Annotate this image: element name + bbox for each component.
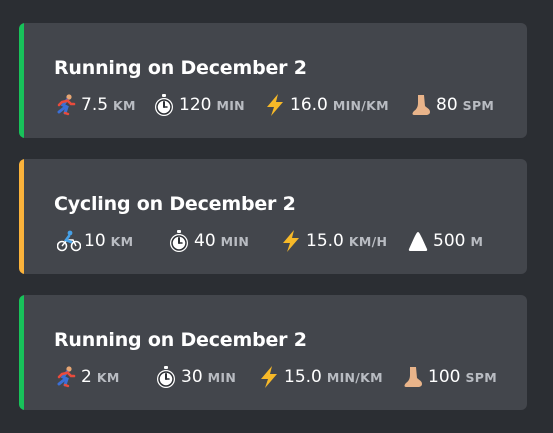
distance-stat: 7.5 KM [54,93,136,117]
stat-unit: MIN/KM [332,97,389,113]
stopwatch-icon [167,229,191,253]
stopwatch-icon [154,365,178,389]
activity-accent-bar [19,23,24,138]
activity-card-cycling[interactable]: Cycling on December 2 10 KM 40 MIN 15.0 … [19,159,527,274]
foot-icon [401,365,425,389]
stat-value: 7.5 [81,95,109,115]
stat-unit: M [470,233,484,249]
activity-card-running-1[interactable]: Running on December 2 7.5 KM 120 MIN 16.… [19,23,527,138]
stat-value: 40 [194,231,216,251]
activity-title: Running on December 2 [54,57,307,79]
stat-value: 2 [81,367,92,387]
duration-stat: 40 MIN [167,229,249,253]
stat-value: 100 [428,367,461,387]
stat-unit: KM [113,97,136,113]
duration-stat: 30 MIN [154,365,236,389]
activity-accent-bar [19,295,24,410]
stat-value: 15.0 [284,367,322,387]
pace-stat: 16.0 MIN/KM [263,93,389,117]
stat-value: 30 [181,367,203,387]
cyclist-icon [57,229,81,253]
runner-icon [54,365,78,389]
stat-value: 80 [436,95,458,115]
activity-accent-bar [19,159,24,274]
stat-value: 15.0 [306,231,344,251]
activity-title: Cycling on December 2 [54,193,296,215]
foot-icon [409,93,433,117]
lightning-icon [279,229,303,253]
stat-unit: KM/H [348,233,388,249]
stat-unit: MIN [207,369,237,385]
speed-stat: 15.0 KM/H [279,229,387,253]
stat-unit: MIN [216,97,245,113]
stopwatch-icon [152,93,176,117]
activity-card-running-2[interactable]: Running on December 2 2 KM 30 MIN 15.0 M… [19,295,527,410]
stat-value: 120 [179,95,212,115]
lightning-icon [263,93,287,117]
stat-unit: MIN/KM [326,369,383,385]
distance-stat: 10 KM [57,229,133,253]
cadence-stat: 80 SPM [409,93,494,117]
cadence-stat: 100 SPM [401,365,497,389]
stat-unit: SPM [465,369,497,385]
activity-title: Running on December 2 [54,329,307,351]
lightning-icon [257,365,281,389]
stat-unit: KM [110,233,134,249]
activity-list: Running on December 2 7.5 KM 120 MIN 16.… [0,0,553,433]
duration-stat: 120 MIN [152,93,245,117]
stat-unit: KM [96,369,120,385]
pace-stat: 15.0 MIN/KM [257,365,383,389]
stat-value: 16.0 [290,95,328,115]
runner-icon [54,93,78,117]
stat-value: 10 [84,231,106,251]
mountain-icon [406,229,430,253]
stat-unit: SPM [462,97,495,113]
stat-value: 500 [433,231,466,251]
distance-stat: 2 KM [54,365,120,389]
elevation-stat: 500 M [406,229,483,253]
stat-unit: MIN [220,233,250,249]
